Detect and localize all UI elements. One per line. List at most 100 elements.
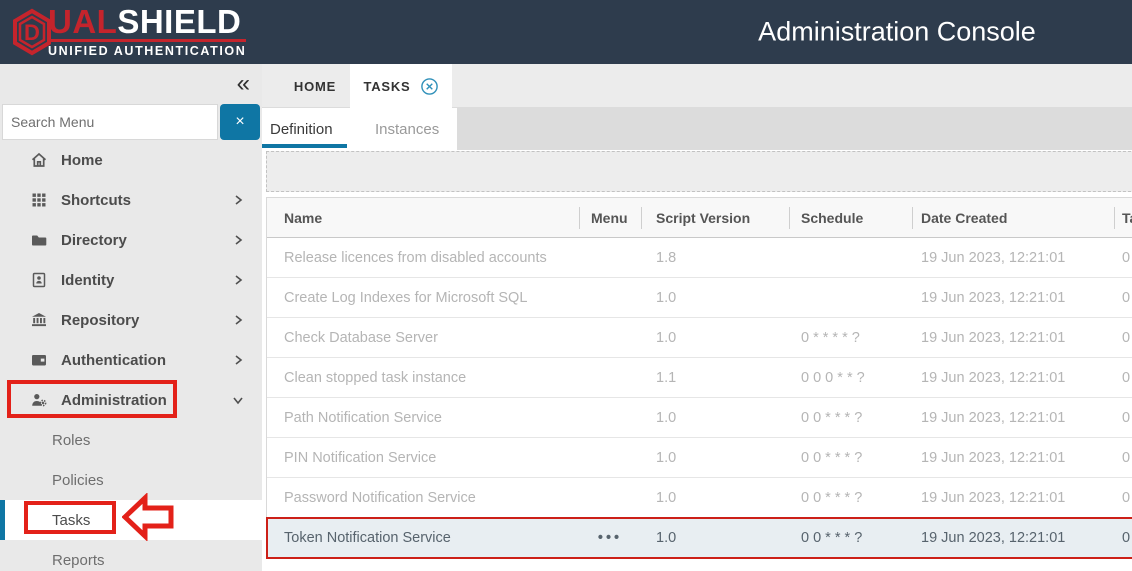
tab-tasks[interactable]: TASKS (350, 64, 452, 109)
sidebar-subitem-label: Tasks (52, 512, 90, 529)
column-header-date-created[interactable]: Date Created (912, 198, 1114, 238)
tab-home[interactable]: HOME (285, 64, 345, 108)
tab-strip: HOME TASKS (262, 64, 1132, 108)
table-row[interactable]: Check Database Server 1.0 0 * * * * ? 19… (267, 318, 1132, 358)
cell-script-version: 1.0 (641, 278, 789, 318)
sidebar-item-repository[interactable]: Repository (0, 300, 262, 340)
table-row[interactable]: Token Notification Service ••• 1.0 0 0 *… (267, 518, 1132, 558)
brand-white-text: SHIELD (117, 3, 241, 40)
table-row[interactable]: Password Notification Service 1.0 0 0 * … (267, 478, 1132, 518)
id-card-icon (30, 271, 48, 289)
cell-tas: 0 (1114, 238, 1132, 278)
cell-name: Create Log Indexes for Microsoft SQL (267, 278, 579, 318)
cell-name: Release licences from disabled accounts (267, 238, 579, 278)
cell-script-version: 1.1 (641, 358, 789, 398)
cell-schedule: 0 0 * * * ? (789, 478, 912, 518)
collapse-sidebar-icon[interactable]: « (237, 70, 250, 98)
sidebar-subitem-label: Reports (52, 552, 105, 569)
cell-tas: 0 (1114, 278, 1132, 318)
toolbar-dropzone (266, 151, 1132, 192)
cell-schedule (789, 278, 912, 318)
chevron-right-icon (232, 314, 244, 326)
home-icon (30, 151, 48, 169)
cell-script-version: 1.0 (641, 398, 789, 438)
cell-script-version: 1.0 (641, 438, 789, 478)
cell-tas: 0 (1114, 398, 1132, 438)
cell-tas: 0 (1114, 358, 1132, 398)
sidebar-item-directory[interactable]: Directory (0, 220, 262, 260)
table-row[interactable]: Clean stopped task instance 1.1 0 0 0 * … (267, 358, 1132, 398)
cell-date-created: 19 Jun 2023, 12:21:01 (912, 238, 1114, 278)
search-menu-input[interactable] (2, 104, 218, 140)
app-header: D UALSHIELD UNIFIED AUTHENTICATION Admin… (0, 0, 1132, 64)
cell-schedule: 0 * * * * ? (789, 318, 912, 358)
cell-menu[interactable] (579, 278, 641, 318)
tab-tasks-label: TASKS (363, 79, 410, 94)
brand-text: UALSHIELD UNIFIED AUTHENTICATION (48, 5, 246, 58)
sidebar-item-home[interactable]: Home (0, 140, 262, 180)
cell-menu[interactable] (579, 438, 641, 478)
subtab-bar: Definition Instances (262, 108, 1132, 150)
cell-menu[interactable] (579, 238, 641, 278)
cell-date-created: 19 Jun 2023, 12:21:01 (912, 438, 1114, 478)
sidebar-item-identity[interactable]: Identity (0, 260, 262, 300)
cell-date-created: 19 Jun 2023, 12:21:01 (912, 278, 1114, 318)
cell-script-version: 1.0 (641, 478, 789, 518)
table-body: Release licences from disabled accounts … (267, 238, 1132, 558)
cell-name: Clean stopped task instance (267, 358, 579, 398)
sidebar-item-label: Repository (61, 312, 139, 329)
sidebar-subitem-label: Policies (52, 472, 104, 489)
cell-date-created: 19 Jun 2023, 12:21:01 (912, 478, 1114, 518)
sidebar-menu: Home Shortcuts Directory Identity Reposi… (0, 140, 262, 571)
cell-name: PIN Notification Service (267, 438, 579, 478)
bank-icon (30, 311, 48, 329)
sidebar-item-reports[interactable]: Reports (0, 540, 262, 571)
cell-tas: 0 (1114, 438, 1132, 478)
sidebar-item-label: Shortcuts (61, 192, 131, 209)
sidebar-item-authentication[interactable]: Authentication (0, 340, 262, 380)
column-header-menu[interactable]: Menu (579, 198, 641, 238)
page-title: Administration Console (758, 17, 1036, 48)
table-header-row: Name Menu Script Version Schedule Date C… (267, 198, 1132, 238)
chevron-right-icon (232, 274, 244, 286)
table-row[interactable]: Path Notification Service 1.0 0 0 * * * … (267, 398, 1132, 438)
sidebar-item-administration[interactable]: Administration (0, 380, 262, 420)
sidebar-item-label: Identity (61, 272, 114, 289)
cell-menu[interactable] (579, 318, 641, 358)
cell-date-created: 19 Jun 2023, 12:21:01 (912, 318, 1114, 358)
sidebar-item-roles[interactable]: Roles (0, 420, 262, 460)
table-row[interactable]: Create Log Indexes for Microsoft SQL 1.0… (267, 278, 1132, 318)
cell-tas: 0 (1114, 518, 1132, 558)
selected-indicator-bar (0, 500, 5, 540)
cell-tas: 0 (1114, 478, 1132, 518)
chevron-down-icon (232, 394, 244, 406)
cell-menu[interactable] (579, 358, 641, 398)
table-row[interactable]: Release licences from disabled accounts … (267, 238, 1132, 278)
cell-name: Password Notification Service (267, 478, 579, 518)
column-header-name[interactable]: Name (267, 198, 579, 238)
sidebar-item-tasks[interactable]: Tasks (0, 500, 262, 540)
search-clear-button[interactable]: × (220, 104, 260, 140)
cell-script-version: 1.0 (641, 318, 789, 358)
cell-date-created: 19 Jun 2023, 12:21:01 (912, 518, 1114, 558)
cell-date-created: 19 Jun 2023, 12:21:01 (912, 398, 1114, 438)
cell-name: Check Database Server (267, 318, 579, 358)
tab-instances[interactable]: Instances (375, 108, 439, 150)
cell-menu[interactable] (579, 478, 641, 518)
tasks-table: Name Menu Script Version Schedule Date C… (266, 197, 1132, 558)
sidebar-item-shortcuts[interactable]: Shortcuts (0, 180, 262, 220)
close-tab-icon[interactable] (420, 77, 439, 96)
sidebar-item-label: Authentication (61, 352, 166, 369)
cell-script-version: 1.0 (641, 518, 789, 558)
column-header-script-version[interactable]: Script Version (641, 198, 789, 238)
sidebar-subitem-label: Roles (52, 432, 90, 449)
table-row[interactable]: PIN Notification Service 1.0 0 0 * * * ?… (267, 438, 1132, 478)
chevron-right-icon (232, 194, 244, 206)
sidebar-item-policies[interactable]: Policies (0, 460, 262, 500)
chevron-right-icon (232, 234, 244, 246)
column-header-tas[interactable]: Tas (1114, 198, 1132, 238)
cell-menu[interactable]: ••• (579, 518, 641, 558)
column-header-schedule[interactable]: Schedule (789, 198, 912, 238)
cell-menu[interactable] (579, 398, 641, 438)
cell-date-created: 19 Jun 2023, 12:21:01 (912, 358, 1114, 398)
